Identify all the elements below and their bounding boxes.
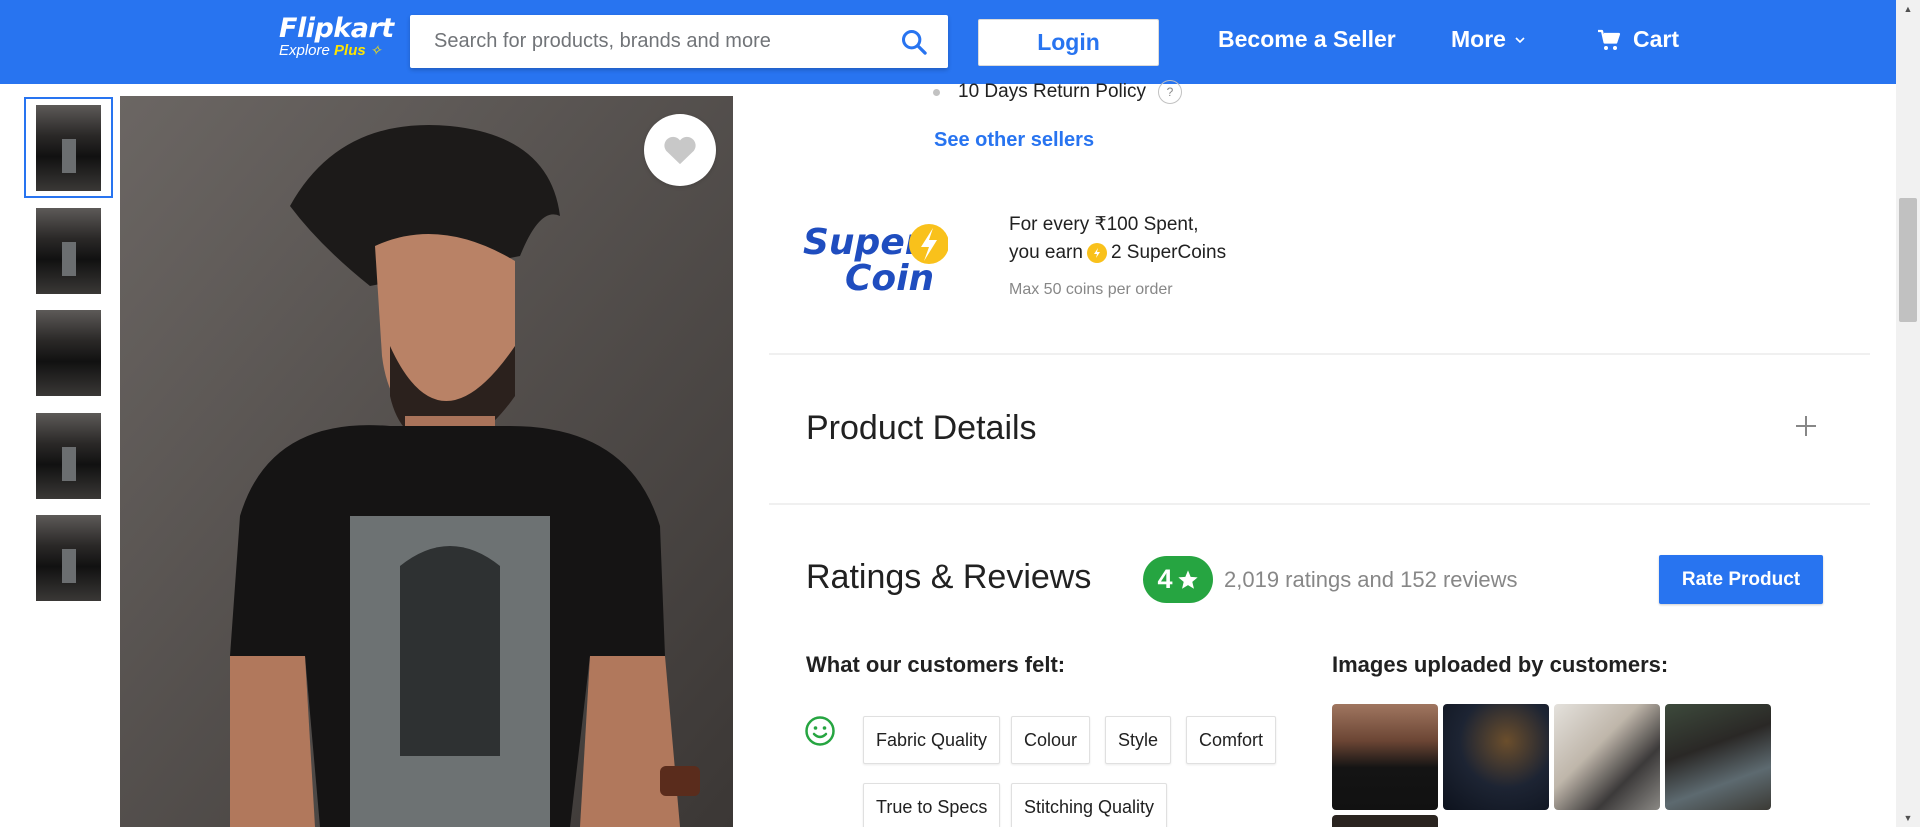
heart-icon <box>664 136 696 165</box>
tag-style[interactable]: Style <box>1105 716 1172 764</box>
cart-label: Cart <box>1633 26 1680 52</box>
more-label: More <box>1451 26 1506 52</box>
product-main-image[interactable] <box>120 96 733 827</box>
top-header: Flipkart Explore Plus ✧ Login Become a S… <box>0 0 1896 84</box>
wishlist-button[interactable] <box>644 114 716 186</box>
search-input[interactable] <box>410 15 870 68</box>
flipkart-logo[interactable]: Flipkart Explore Plus ✧ <box>279 13 394 67</box>
cart-icon <box>1598 29 1621 50</box>
product-details-heading[interactable]: Product Details <box>806 409 1037 448</box>
logo-subtext: Explore Plus ✧ <box>279 42 394 59</box>
scrollbar-thumb[interactable] <box>1899 198 1917 322</box>
supercoin-logo: Super Coin <box>803 222 948 295</box>
ratings-reviews-heading: Ratings & Reviews <box>806 558 1092 596</box>
product-photo <box>120 96 733 827</box>
login-button[interactable]: Login <box>978 19 1159 66</box>
star-icon <box>1177 569 1198 589</box>
return-policy-row: 10 Days Return Policy ? <box>933 80 1182 104</box>
rating-badge: 4 <box>1143 556 1213 603</box>
thumbnail-1[interactable] <box>24 97 113 198</box>
divider <box>769 353 1870 355</box>
page-scrollbar[interactable]: ▲ ▼ <box>1896 0 1920 827</box>
thumbnail-image <box>36 514 101 601</box>
ratings-summary: 2,019 ratings and 152 reviews <box>1224 567 1518 592</box>
help-icon[interactable]: ? <box>1157 80 1182 104</box>
coin-icon <box>1086 243 1107 263</box>
search-bar <box>410 15 948 68</box>
supercoin-line2-prefix: you earn <box>1009 242 1083 263</box>
logo-plus: Plus <box>334 42 366 59</box>
search-icon[interactable] <box>900 28 928 56</box>
scroll-up-arrow-icon[interactable]: ▲ <box>1896 0 1920 18</box>
chevron-down-icon <box>1515 36 1525 43</box>
customer-images-heading: Images uploaded by customers: <box>1332 652 1669 677</box>
thumbnail-2[interactable] <box>24 200 113 301</box>
supercoin-logo-word2: Coin <box>845 258 934 295</box>
customers-felt-heading: What our customers felt: <box>806 652 1066 677</box>
supercoin-line2: you earn 2 SuperCoins <box>1009 242 1226 264</box>
supercoin-note: Max 50 coins per order <box>1009 281 1173 298</box>
tag-colour[interactable]: Colour <box>1011 716 1091 764</box>
supercoin-line1: For every ₹100 Spent, <box>1009 214 1199 235</box>
customer-image-5[interactable] <box>1332 815 1438 827</box>
more-menu[interactable]: More <box>1451 26 1526 53</box>
expand-plus-icon[interactable] <box>1794 414 1818 438</box>
cart-link[interactable]: Cart <box>1597 26 1679 53</box>
plus-star-icon: ✧ <box>369 42 382 58</box>
thumbnail-image <box>36 412 101 499</box>
supercoin-line2-suffix: 2 SuperCoins <box>1110 242 1227 263</box>
customer-image-2[interactable] <box>1443 704 1549 810</box>
thumbnail-4[interactable] <box>24 405 113 506</box>
scroll-down-arrow-icon[interactable]: ▼ <box>1896 809 1920 827</box>
return-policy-text: 10 Days Return Policy <box>958 81 1146 102</box>
thumbnail-5[interactable] <box>24 507 113 608</box>
tag-fabric-quality[interactable]: Fabric Quality <box>863 716 1001 764</box>
thumbnail-image <box>36 104 101 191</box>
thumbnail-3[interactable] <box>24 302 113 403</box>
rate-product-button[interactable]: Rate Product <box>1659 555 1823 604</box>
logo-text: Flipkart <box>279 13 394 44</box>
thumbnail-image <box>36 207 101 294</box>
supercoin-banner: Super Coin For every ₹100 Spent, you ear… <box>770 193 1250 313</box>
customer-image-3[interactable] <box>1554 704 1660 810</box>
see-other-sellers-link[interactable]: See other sellers <box>934 129 1094 152</box>
tag-true-to-specs[interactable]: True to Specs <box>863 783 1001 827</box>
customer-image-4[interactable] <box>1665 704 1771 810</box>
divider <box>769 503 1870 505</box>
bullet-dot <box>933 88 940 96</box>
tag-comfort[interactable]: Comfort <box>1186 716 1277 764</box>
logo-explore: Explore <box>279 42 330 59</box>
average-rating: 4 <box>1157 564 1173 594</box>
become-seller-link[interactable]: Become a Seller <box>1218 26 1396 53</box>
thumbnail-image <box>36 309 101 396</box>
smiley-icon <box>805 716 835 746</box>
supercoin-logo-word1: Super <box>803 222 925 263</box>
customer-image-1[interactable] <box>1332 704 1438 810</box>
tag-stitching-quality[interactable]: Stitching Quality <box>1011 783 1168 827</box>
